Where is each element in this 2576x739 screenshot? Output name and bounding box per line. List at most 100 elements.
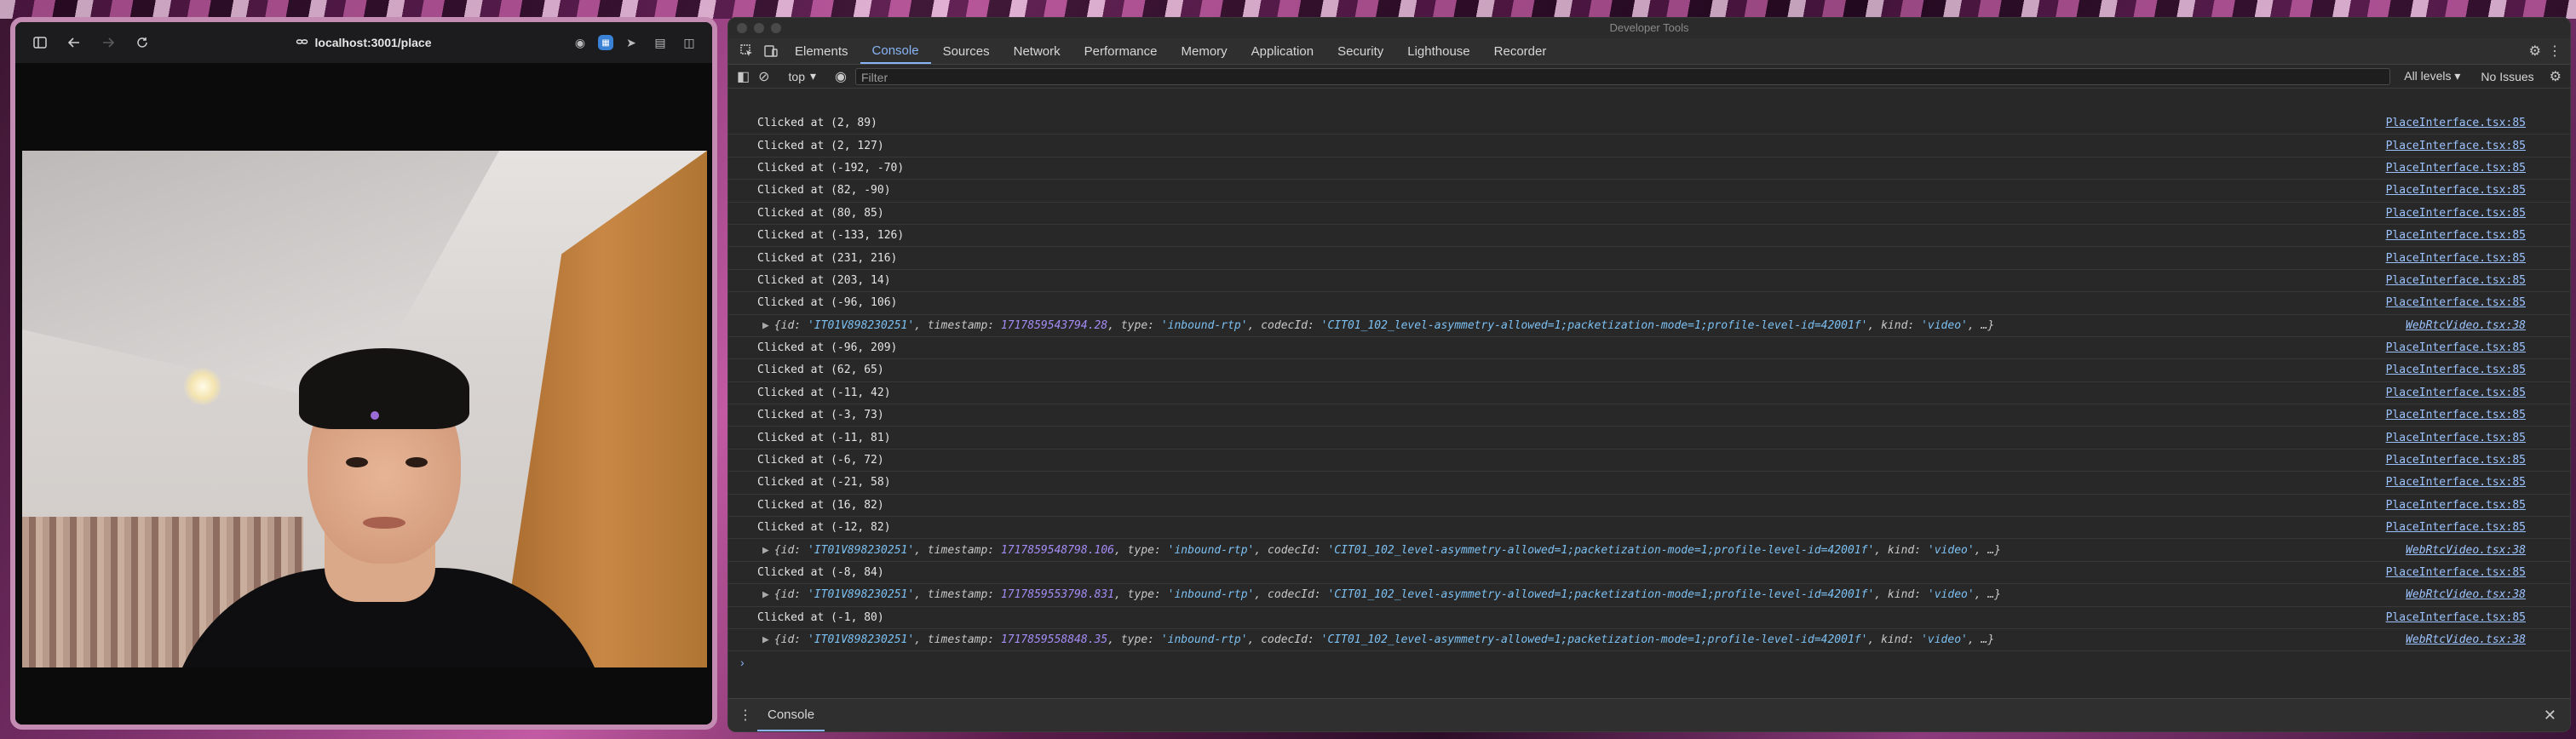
log-message: Clicked at (-96, 106) — [757, 296, 898, 310]
console-log-row: Clicked at (-1, 80) PlaceInterface.tsx:85 — [728, 607, 2570, 629]
source-link[interactable]: PlaceInterface.tsx:85 — [2386, 476, 2526, 489]
source-link[interactable]: PlaceInterface.tsx:85 — [2386, 432, 2526, 444]
console-object-row[interactable]: ▶ {id: 'IT01V898230251', timestamp: 17178… — [728, 629, 2570, 652]
expand-arrow-icon: ▶ — [762, 543, 769, 557]
console-log-row: Clicked at (-8, 84) PlaceInterface.tsx:85 — [728, 562, 2570, 585]
expand-arrow-icon: ▶ — [762, 318, 769, 332]
console-log-row: Clicked at (-12, 82) PlaceInterface.tsx:8… — [728, 517, 2570, 540]
source-link[interactable]: PlaceInterface.tsx:85 — [2386, 364, 2526, 376]
console-settings-gear-icon[interactable]: ⚙ — [2550, 68, 2562, 85]
settings-gear-icon[interactable]: ⚙ — [2529, 43, 2541, 60]
log-message: Clicked at (-8, 84) — [757, 566, 884, 579]
source-link[interactable]: WebRtcVideo.tsx:38 — [2406, 544, 2526, 557]
console-object-row[interactable]: ▶ {id: 'IT01V898230251', timestamp: 17178… — [728, 315, 2570, 337]
reload-icon[interactable] — [129, 30, 155, 55]
browser-window: localhost:3001/place ◉ ▦ ➤ ▤ ◫ — [10, 17, 717, 730]
tab-sources[interactable]: Sources — [931, 38, 1002, 64]
console-log-row: Clicked at (16, 82) PlaceInterface.tsx:85 — [728, 495, 2570, 518]
tab-performance[interactable]: Performance — [1072, 38, 1170, 64]
console-log-row: Clicked at (2, 89) PlaceInterface.tsx:85 — [728, 112, 2570, 135]
tab-lighthouse[interactable]: Lighthouse — [1395, 38, 1481, 64]
inspect-element-icon[interactable] — [735, 39, 759, 63]
extension-icon[interactable]: ◉ — [569, 32, 591, 54]
source-link[interactable]: PlaceInterface.tsx:85 — [2386, 162, 2526, 175]
tab-console[interactable]: Console — [860, 38, 931, 64]
tab-memory[interactable]: Memory — [1170, 38, 1239, 64]
log-message: Clicked at (203, 14) — [757, 273, 891, 287]
source-link[interactable]: PlaceInterface.tsx:85 — [2386, 207, 2526, 220]
console-toolbar: ◧ ⊘ top ▾ ◉ Filter All levels ▾ No Issue… — [728, 65, 2570, 89]
tab-elements[interactable]: Elements — [783, 38, 860, 64]
log-message: Clicked at (-96, 209) — [757, 341, 898, 355]
source-link[interactable]: PlaceInterface.tsx:85 — [2386, 341, 2526, 354]
webcam-video[interactable] — [22, 151, 707, 667]
console-log-row: Clicked at (-133, 126) PlaceInterface.tsx… — [728, 225, 2570, 248]
source-link[interactable]: PlaceInterface.tsx:85 — [2386, 521, 2526, 534]
log-message: Clicked at (-3, 73) — [757, 409, 884, 422]
log-message: Clicked at (2, 127) — [757, 139, 884, 152]
source-link[interactable]: PlaceInterface.tsx:85 — [2386, 454, 2526, 467]
sidebar-toggle-icon[interactable]: ◧ — [737, 68, 750, 85]
console-object-row[interactable]: ▶ {id: 'IT01V898230251', timestamp: 17178… — [728, 539, 2570, 562]
tab-security[interactable]: Security — [1325, 38, 1395, 64]
log-message: Clicked at (-21, 58) — [757, 476, 891, 490]
log-message: Clicked at (-11, 42) — [757, 386, 891, 399]
clear-console-icon[interactable]: ⊘ — [758, 68, 769, 85]
split-view-icon[interactable]: ◫ — [678, 32, 700, 54]
source-link[interactable]: PlaceInterface.tsx:85 — [2386, 252, 2526, 265]
console-log-row: Clicked at (-96, 209) PlaceInterface.tsx:… — [728, 337, 2570, 360]
context-selector[interactable]: top ▾ — [789, 69, 817, 83]
source-link[interactable]: PlaceInterface.tsx:85 — [2386, 184, 2526, 197]
extension-icon[interactable]: ▦ — [598, 35, 613, 50]
back-icon[interactable] — [61, 30, 87, 55]
console-log-row: Clicked at (203, 14) PlaceInterface.tsx:8… — [728, 270, 2570, 293]
tab-application[interactable]: Application — [1239, 38, 1325, 64]
drawer-menu-icon[interactable]: ⋮ — [733, 707, 757, 724]
console-object-row[interactable]: ▶ {id: 'IT01V898230251', timestamp: 17178… — [728, 584, 2570, 607]
source-link[interactable]: PlaceInterface.tsx:85 — [2386, 140, 2526, 152]
source-link[interactable]: PlaceInterface.tsx:85 — [2386, 566, 2526, 579]
source-link[interactable]: WebRtcVideo.tsx:38 — [2406, 588, 2526, 601]
issues-counter[interactable]: No Issues — [2481, 70, 2533, 83]
sidebar-icon[interactable] — [27, 30, 53, 55]
log-message: Clicked at (16, 82) — [757, 498, 884, 512]
console-prompt[interactable]: › — [728, 651, 2570, 673]
log-message: Clicked at (2, 89) — [757, 117, 877, 130]
close-drawer-icon[interactable]: ✕ — [2544, 707, 2556, 725]
source-link[interactable]: PlaceInterface.tsx:85 — [2386, 296, 2526, 309]
filter-input[interactable]: Filter — [855, 67, 2391, 85]
console-log-row: Clicked at (-6, 72) PlaceInterface.tsx:85 — [728, 450, 2570, 473]
source-link[interactable]: PlaceInterface.tsx:85 — [2386, 229, 2526, 242]
reader-icon[interactable]: ▤ — [649, 32, 671, 54]
source-link[interactable]: PlaceInterface.tsx:85 — [2386, 387, 2526, 399]
source-link[interactable]: PlaceInterface.tsx:85 — [2386, 117, 2526, 129]
chevron-down-icon: ▾ — [810, 69, 817, 83]
log-message: Clicked at (80, 85) — [757, 206, 884, 220]
log-message: Clicked at (62, 65) — [757, 364, 884, 377]
link-icon — [296, 36, 308, 49]
device-toolbar-icon[interactable] — [759, 39, 783, 63]
source-link[interactable]: PlaceInterface.tsx:85 — [2386, 409, 2526, 421]
console-log-row: Clicked at (80, 85) PlaceInterface.tsx:85 — [728, 203, 2570, 225]
tab-network[interactable]: Network — [1002, 38, 1072, 64]
more-options-icon[interactable]: ⋮ — [2548, 43, 2562, 60]
console-log-row: Clicked at (82, -90) PlaceInterface.tsx:8… — [728, 180, 2570, 203]
console-log-row: Clicked at (-3, 73) PlaceInterface.tsx:85 — [728, 404, 2570, 427]
log-levels-dropdown[interactable]: All levels ▾ — [2404, 69, 2460, 83]
source-link[interactable]: WebRtcVideo.tsx:38 — [2406, 633, 2526, 646]
drawer-tab-console[interactable]: Console — [757, 699, 825, 731]
console-log-row: Clicked at (231, 216) PlaceInterface.tsx:… — [728, 247, 2570, 270]
source-link[interactable]: WebRtcVideo.tsx:38 — [2406, 319, 2526, 332]
address-bar[interactable]: localhost:3001/place — [296, 36, 432, 49]
source-link[interactable]: PlaceInterface.tsx:85 — [2386, 274, 2526, 287]
live-expression-eye-icon[interactable]: ◉ — [835, 68, 847, 85]
tab-recorder[interactable]: Recorder — [1482, 38, 1559, 64]
log-message: Clicked at (-192, -70) — [757, 161, 905, 175]
forward-icon[interactable] — [95, 30, 121, 55]
url-text: localhost:3001/place — [314, 36, 432, 49]
source-link[interactable]: PlaceInterface.tsx:85 — [2386, 499, 2526, 512]
share-icon[interactable]: ➤ — [620, 32, 642, 54]
click-marker — [371, 411, 379, 420]
source-link[interactable]: PlaceInterface.tsx:85 — [2386, 611, 2526, 624]
expand-arrow-icon: ▶ — [762, 633, 769, 647]
